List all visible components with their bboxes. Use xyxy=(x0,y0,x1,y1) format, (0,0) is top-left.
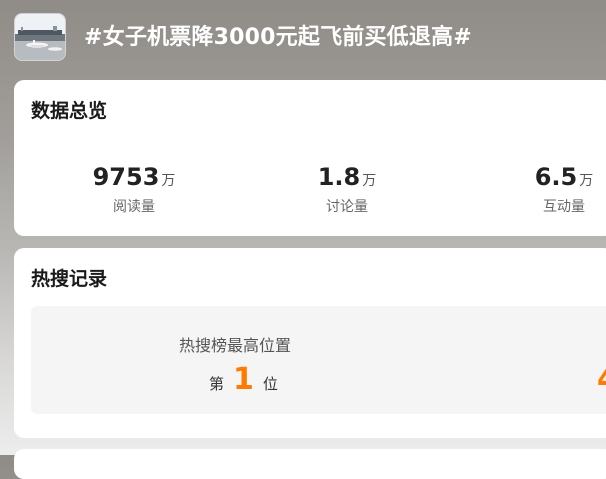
stat-unit: 万 xyxy=(579,173,594,189)
stat-unit: 万 xyxy=(362,173,377,189)
stat-interaction-count: 6.5 万 互动量 xyxy=(499,162,606,216)
topic-thumbnail[interactable] xyxy=(14,13,66,61)
stat-label: 互动量 xyxy=(543,199,585,215)
data-overview-card: 数据总览 9753 万 阅读量 1.8 万 讨论量 6.5 万 互动量 xyxy=(14,80,606,236)
next-card xyxy=(14,449,606,479)
stat-label: 讨论量 xyxy=(326,199,368,215)
topic-header: #女子机票降3000元起飞前买低退高# xyxy=(0,0,606,78)
peak-position-label: 热搜榜最高位置 xyxy=(179,336,292,355)
hot-search-title: 热搜记录 xyxy=(31,268,108,290)
peak-rank: 第1位 xyxy=(209,362,278,397)
stat-value: 9753 xyxy=(92,163,160,191)
clipped-stat-value: 4 xyxy=(597,362,606,397)
hot-search-card: 热搜记录 热搜榜最高位置 第1位 4 xyxy=(14,248,606,438)
stat-unit: 万 xyxy=(161,173,176,189)
stat-value: 1.8 xyxy=(317,163,361,191)
stat-label: 阅读量 xyxy=(113,199,155,215)
stat-value: 6.5 xyxy=(534,163,578,191)
hot-search-peak-panel: 热搜榜最高位置 第1位 4 xyxy=(31,306,606,414)
topic-title: #女子机票降3000元起飞前买低退高# xyxy=(84,25,472,50)
rank-suffix: 位 xyxy=(262,375,278,393)
rank-value: 1 xyxy=(233,362,254,397)
stat-read-count: 9753 万 阅读量 xyxy=(69,162,199,216)
rank-prefix: 第 xyxy=(209,375,225,393)
data-overview-title: 数据总览 xyxy=(31,100,108,122)
stat-discussion-count: 1.8 万 讨论量 xyxy=(282,162,412,216)
